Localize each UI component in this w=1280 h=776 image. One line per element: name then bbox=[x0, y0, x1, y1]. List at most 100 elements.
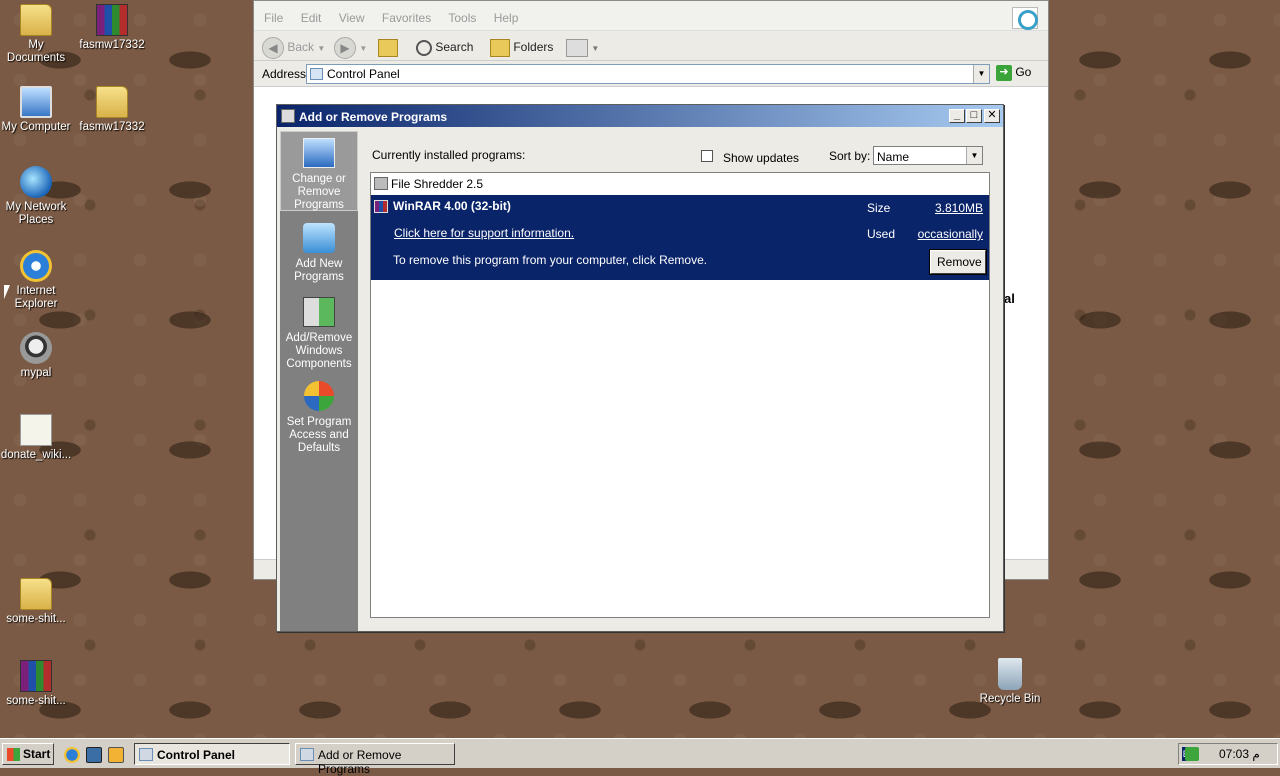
desktop-icon-some-archive[interactable]: some-shit... bbox=[0, 660, 74, 708]
desktop-icon-label: some-shit... bbox=[6, 613, 66, 625]
folders-icon bbox=[490, 38, 510, 57]
folder-icon bbox=[20, 578, 52, 610]
back-button[interactable]: ◀ Back ▼ bbox=[262, 36, 326, 59]
desktop-icon-label: fasmw17332 bbox=[79, 39, 145, 51]
forward-button[interactable]: ▶ ▼ bbox=[334, 36, 367, 59]
go-label: Go bbox=[1015, 65, 1032, 80]
desktop-icon-label: My Network Places bbox=[5, 201, 67, 226]
remove-button[interactable]: Remove bbox=[929, 249, 987, 275]
show-updates-checkbox[interactable] bbox=[701, 150, 713, 162]
control-panel-icon bbox=[139, 748, 153, 761]
task-label: Control Panel bbox=[157, 748, 236, 762]
address-value: Control Panel bbox=[327, 67, 400, 81]
list-item-selected[interactable]: WinRAR 4.00 (32-bit) Size 3.810MB Click … bbox=[371, 195, 989, 280]
control-panel-icon bbox=[310, 68, 323, 80]
sort-by-label: Sort by: bbox=[829, 149, 871, 163]
start-button[interactable]: Start bbox=[2, 743, 54, 765]
menu-file[interactable]: File bbox=[264, 11, 283, 25]
add-remove-programs-window[interactable]: Add or Remove Programs _ □ ✕ Change or R… bbox=[276, 104, 1004, 632]
menu-help[interactable]: Help bbox=[494, 11, 519, 25]
support-info-link[interactable]: Click here for support information. bbox=[394, 226, 574, 240]
winrar-icon bbox=[20, 660, 52, 692]
search-label: Search bbox=[435, 40, 474, 54]
show-desktop-icon[interactable] bbox=[86, 747, 102, 763]
chevron-down-icon[interactable]: ▼ bbox=[973, 65, 989, 83]
sidebar-item-program-access[interactable]: Set Program Access and Defaults bbox=[280, 381, 358, 455]
size-value[interactable]: 3.810MB bbox=[935, 201, 983, 215]
views-button[interactable]: ▼ bbox=[566, 36, 599, 58]
size-label: Size bbox=[867, 201, 891, 215]
search-icon bbox=[416, 39, 432, 56]
forward-arrow-icon: ▶ bbox=[334, 36, 356, 59]
ie-quicklaunch-icon[interactable] bbox=[64, 747, 80, 763]
used-value[interactable]: occasionally bbox=[918, 227, 983, 241]
address-bar: Address Control Panel ▼ ➜ Go bbox=[254, 61, 1048, 87]
menu-favorites[interactable]: Favorites bbox=[382, 11, 431, 25]
menu-bar: File Edit View Favorites Tools Help bbox=[254, 1, 1048, 31]
menu-view[interactable]: View bbox=[339, 11, 365, 25]
search-button[interactable]: Search bbox=[416, 36, 473, 58]
chevron-down-icon[interactable]: ▼ bbox=[966, 147, 982, 164]
address-label: Address bbox=[262, 67, 307, 81]
desktop-icon-my-network-places[interactable]: My Network Places bbox=[0, 166, 74, 227]
go-arrow-icon: ➜ bbox=[996, 65, 1012, 81]
ie-icon bbox=[20, 250, 52, 282]
program-name: WinRAR 4.00 (32-bit) bbox=[393, 199, 511, 213]
desktop-icon-some-folder[interactable]: some-shit... bbox=[0, 578, 74, 626]
desktop-icon-fasmw17332-folder[interactable]: fasmw17332 bbox=[74, 86, 150, 134]
windows-flag-icon bbox=[7, 748, 20, 761]
close-button[interactable]: ✕ bbox=[984, 109, 1000, 123]
folders-button[interactable]: Folders bbox=[490, 36, 553, 58]
desktop-icon-label: Recycle Bin bbox=[979, 693, 1041, 705]
installed-programs-label: Currently installed programs: bbox=[372, 148, 526, 162]
desktop-icon-label: donate_wiki... bbox=[0, 449, 72, 461]
up-folder-button[interactable] bbox=[378, 36, 398, 58]
chevron-down-icon: ▼ bbox=[591, 44, 600, 53]
start-label: Start bbox=[23, 747, 51, 761]
programs-list: File Shredder 2.5 WinRAR 4.00 (32-bit) S… bbox=[370, 172, 990, 618]
go-button[interactable]: ➜ Go bbox=[996, 65, 1031, 81]
maximize-button[interactable]: □ bbox=[966, 109, 982, 123]
task-add-remove-programs[interactable]: Add or Remove Programs bbox=[295, 743, 455, 776]
desktop-icon-fasmw17332-archive[interactable]: fasmw17332 bbox=[74, 4, 150, 52]
minimize-button[interactable]: _ bbox=[949, 109, 965, 123]
system-tray: 07:03 م bbox=[1178, 743, 1278, 765]
chevron-down-icon: ▼ bbox=[317, 44, 326, 53]
folders-label: Folders bbox=[513, 40, 554, 54]
sort-by-select[interactable]: Name ▼ bbox=[873, 146, 983, 165]
menu-tools[interactable]: Tools bbox=[448, 11, 476, 25]
mouse-cursor-icon bbox=[4, 285, 10, 299]
sidebar-item-windows-components[interactable]: Add/Remove Windows Components bbox=[280, 297, 358, 371]
computer-icon bbox=[20, 86, 52, 118]
network-tray-icon[interactable] bbox=[1185, 747, 1199, 761]
used-label: Used bbox=[867, 227, 896, 241]
desktop-icon-my-documents[interactable]: My Documents bbox=[0, 4, 74, 65]
menu-edit[interactable]: Edit bbox=[301, 11, 322, 25]
desktop-icon-recycle-bin[interactable]: Recycle Bin bbox=[972, 658, 1048, 706]
desktop-icon-label: fasmw17332 bbox=[79, 121, 145, 133]
list-item[interactable]: File Shredder 2.5 bbox=[371, 173, 989, 195]
address-input[interactable]: Control Panel ▼ bbox=[306, 64, 990, 84]
desktop-icon-mypal[interactable]: mypal bbox=[0, 332, 74, 380]
clock[interactable]: 07:03 م bbox=[1219, 747, 1260, 761]
media-player-icon[interactable] bbox=[108, 747, 124, 763]
desktop-icon-my-computer[interactable]: My Computer bbox=[0, 86, 74, 134]
sidebar-item-label: Add New Programs bbox=[294, 258, 344, 283]
sidebar-item-add-new[interactable]: Add New Programs bbox=[280, 223, 358, 284]
desktop-icon-label: Internet Explorer bbox=[14, 285, 58, 310]
folder-icon bbox=[20, 4, 52, 36]
desktop-icon-donate-wiki[interactable]: donate_wiki... bbox=[0, 414, 74, 462]
sidebar-item-change-remove[interactable]: Change or Remove Programs bbox=[280, 131, 358, 211]
windows-components-icon bbox=[303, 297, 335, 327]
winrar-icon bbox=[96, 4, 128, 36]
add-remove-programs-icon bbox=[281, 109, 295, 123]
toolbar bbox=[254, 31, 1048, 61]
desktop-icon-label: some-shit... bbox=[6, 695, 66, 707]
file-shredder-icon bbox=[374, 177, 388, 190]
task-control-panel[interactable]: Control Panel bbox=[134, 743, 290, 765]
desktop-icon-internet-explorer[interactable]: Internet Explorer bbox=[0, 250, 74, 311]
winrar-icon bbox=[374, 200, 388, 213]
certificate-icon bbox=[20, 414, 52, 446]
program-access-icon bbox=[304, 381, 334, 411]
recycle-bin-icon bbox=[998, 658, 1022, 690]
